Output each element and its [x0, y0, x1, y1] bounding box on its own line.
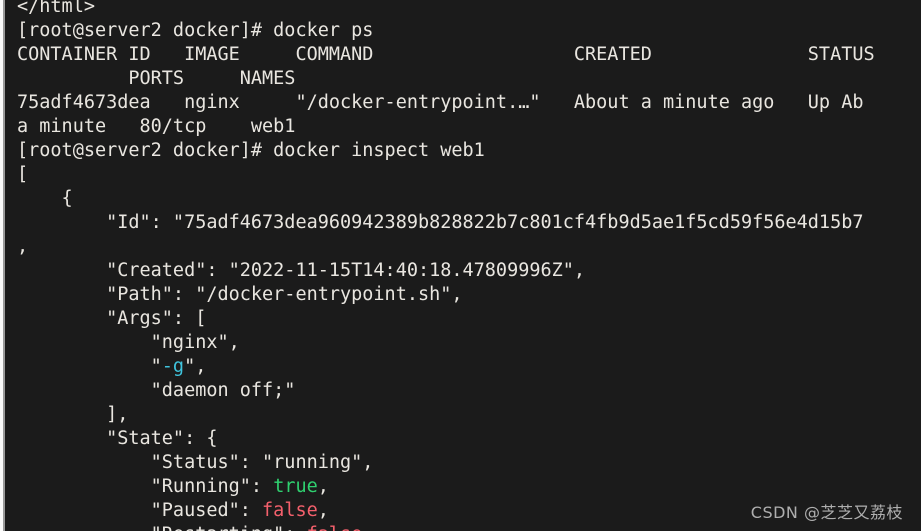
line-state-restarting: "Restarting": false,: [17, 523, 875, 531]
line-state-status-seg-0: "Status": "running",: [17, 452, 374, 473]
line-id: "Id": "75adf4673dea960942389b828822b7c80…: [17, 211, 875, 235]
line-state-paused-seg-2: ,: [317, 500, 329, 521]
terminal-screenshot: </html> [root@server2 docker]# docker ps C…: [0, 0, 921, 531]
line-state-running-seg-2: ,: [317, 476, 329, 497]
line-created: "Created": "2022-11-15T14:40:18.47809996…: [17, 259, 875, 283]
line-obj-open-seg-0: {: [17, 188, 73, 209]
line-json-open: [: [17, 163, 875, 187]
line-path: "Path": "/docker-entrypoint.sh",: [17, 283, 875, 307]
line-state-restarting-seg-0: "Restarting":: [17, 524, 307, 531]
line-prompt-ps-seg-0: [root@server2 docker]# docker ps: [17, 20, 374, 41]
line-ps-head-2-seg-0: PORTS NAMES: [17, 68, 296, 89]
line-ps-row-1: 75adf4673dea nginx "/docker-entrypoint.……: [17, 91, 875, 115]
line-state-running-seg-0: "Running":: [17, 476, 274, 497]
line-state-paused: "Paused": false,: [17, 499, 875, 523]
line-id-seg-0: "Id": "75adf4673dea960942389b828822b7c80…: [17, 212, 864, 233]
line-args-close: ],: [17, 403, 875, 427]
line-arg-g-seg-2: ",: [184, 356, 207, 377]
line-args-open-seg-0: "Args": [: [17, 308, 207, 329]
line-args-open: "Args": [: [17, 307, 875, 331]
line-prompt-ps: [root@server2 docker]# docker ps: [17, 19, 875, 43]
line-ps-row-2: a minute 80/tcp web1: [17, 115, 875, 139]
line-arg-nginx-seg-0: "nginx",: [17, 332, 240, 353]
line-state-paused-seg-1: false: [262, 500, 318, 521]
line-arg-g-seg-1: -g: [161, 356, 185, 377]
line-json-open-seg-0: [: [17, 164, 29, 185]
line-state-paused-seg-0: "Paused":: [17, 500, 263, 521]
line-state-running: "Running": true,: [17, 475, 875, 499]
line-state-status: "Status": "running",: [17, 451, 875, 475]
line-ps-head-1-seg-0: CONTAINER ID IMAGE COMMAND CREATED STATU…: [17, 44, 875, 65]
line-arg-g: "-g",: [17, 355, 875, 379]
line-arg-g-seg-0: ": [17, 356, 162, 377]
terminal-surface[interactable]: </html> [root@server2 docker]# docker ps C…: [5, 0, 921, 531]
line-arg-daemon-seg-0: "daemon off;": [17, 380, 296, 401]
line-path-seg-0: "Path": "/docker-entrypoint.sh",: [17, 284, 463, 305]
line-state-open: "State": {: [17, 427, 875, 451]
line-state-running-seg-1: true: [273, 476, 318, 497]
page-gutter-rule: [3, 0, 5, 531]
line-state-restarting-seg-2: ,: [362, 524, 373, 531]
line-prompt-inspect-seg-0: [root@server2 docker]# docker inspect we…: [17, 140, 485, 161]
line-state-restarting-seg-1: false: [307, 524, 363, 531]
line-id-wrap: ,: [17, 235, 875, 259]
line-html-close: </html>: [17, 0, 875, 19]
line-ps-head-2: PORTS NAMES: [17, 67, 875, 91]
line-ps-row-1-seg-0: 75adf4673dea nginx "/docker-entrypoint.……: [17, 92, 864, 113]
line-created-seg-0: "Created": "2022-11-15T14:40:18.47809996…: [17, 260, 586, 281]
line-obj-open: {: [17, 187, 875, 211]
line-arg-nginx: "nginx",: [17, 331, 875, 355]
line-ps-head-1: CONTAINER ID IMAGE COMMAND CREATED STATU…: [17, 43, 875, 67]
line-html-close-seg-0: </html>: [17, 0, 95, 17]
line-state-open-seg-0: "State": {: [17, 428, 218, 449]
line-prompt-inspect: [root@server2 docker]# docker inspect we…: [17, 139, 875, 163]
terminal-output: </html> [root@server2 docker]# docker ps C…: [17, 0, 875, 531]
line-args-close-seg-0: ],: [17, 404, 129, 425]
line-arg-daemon: "daemon off;": [17, 379, 875, 403]
line-id-wrap-seg-0: ,: [17, 236, 29, 257]
line-ps-row-2-seg-0: a minute 80/tcp web1: [17, 116, 296, 137]
